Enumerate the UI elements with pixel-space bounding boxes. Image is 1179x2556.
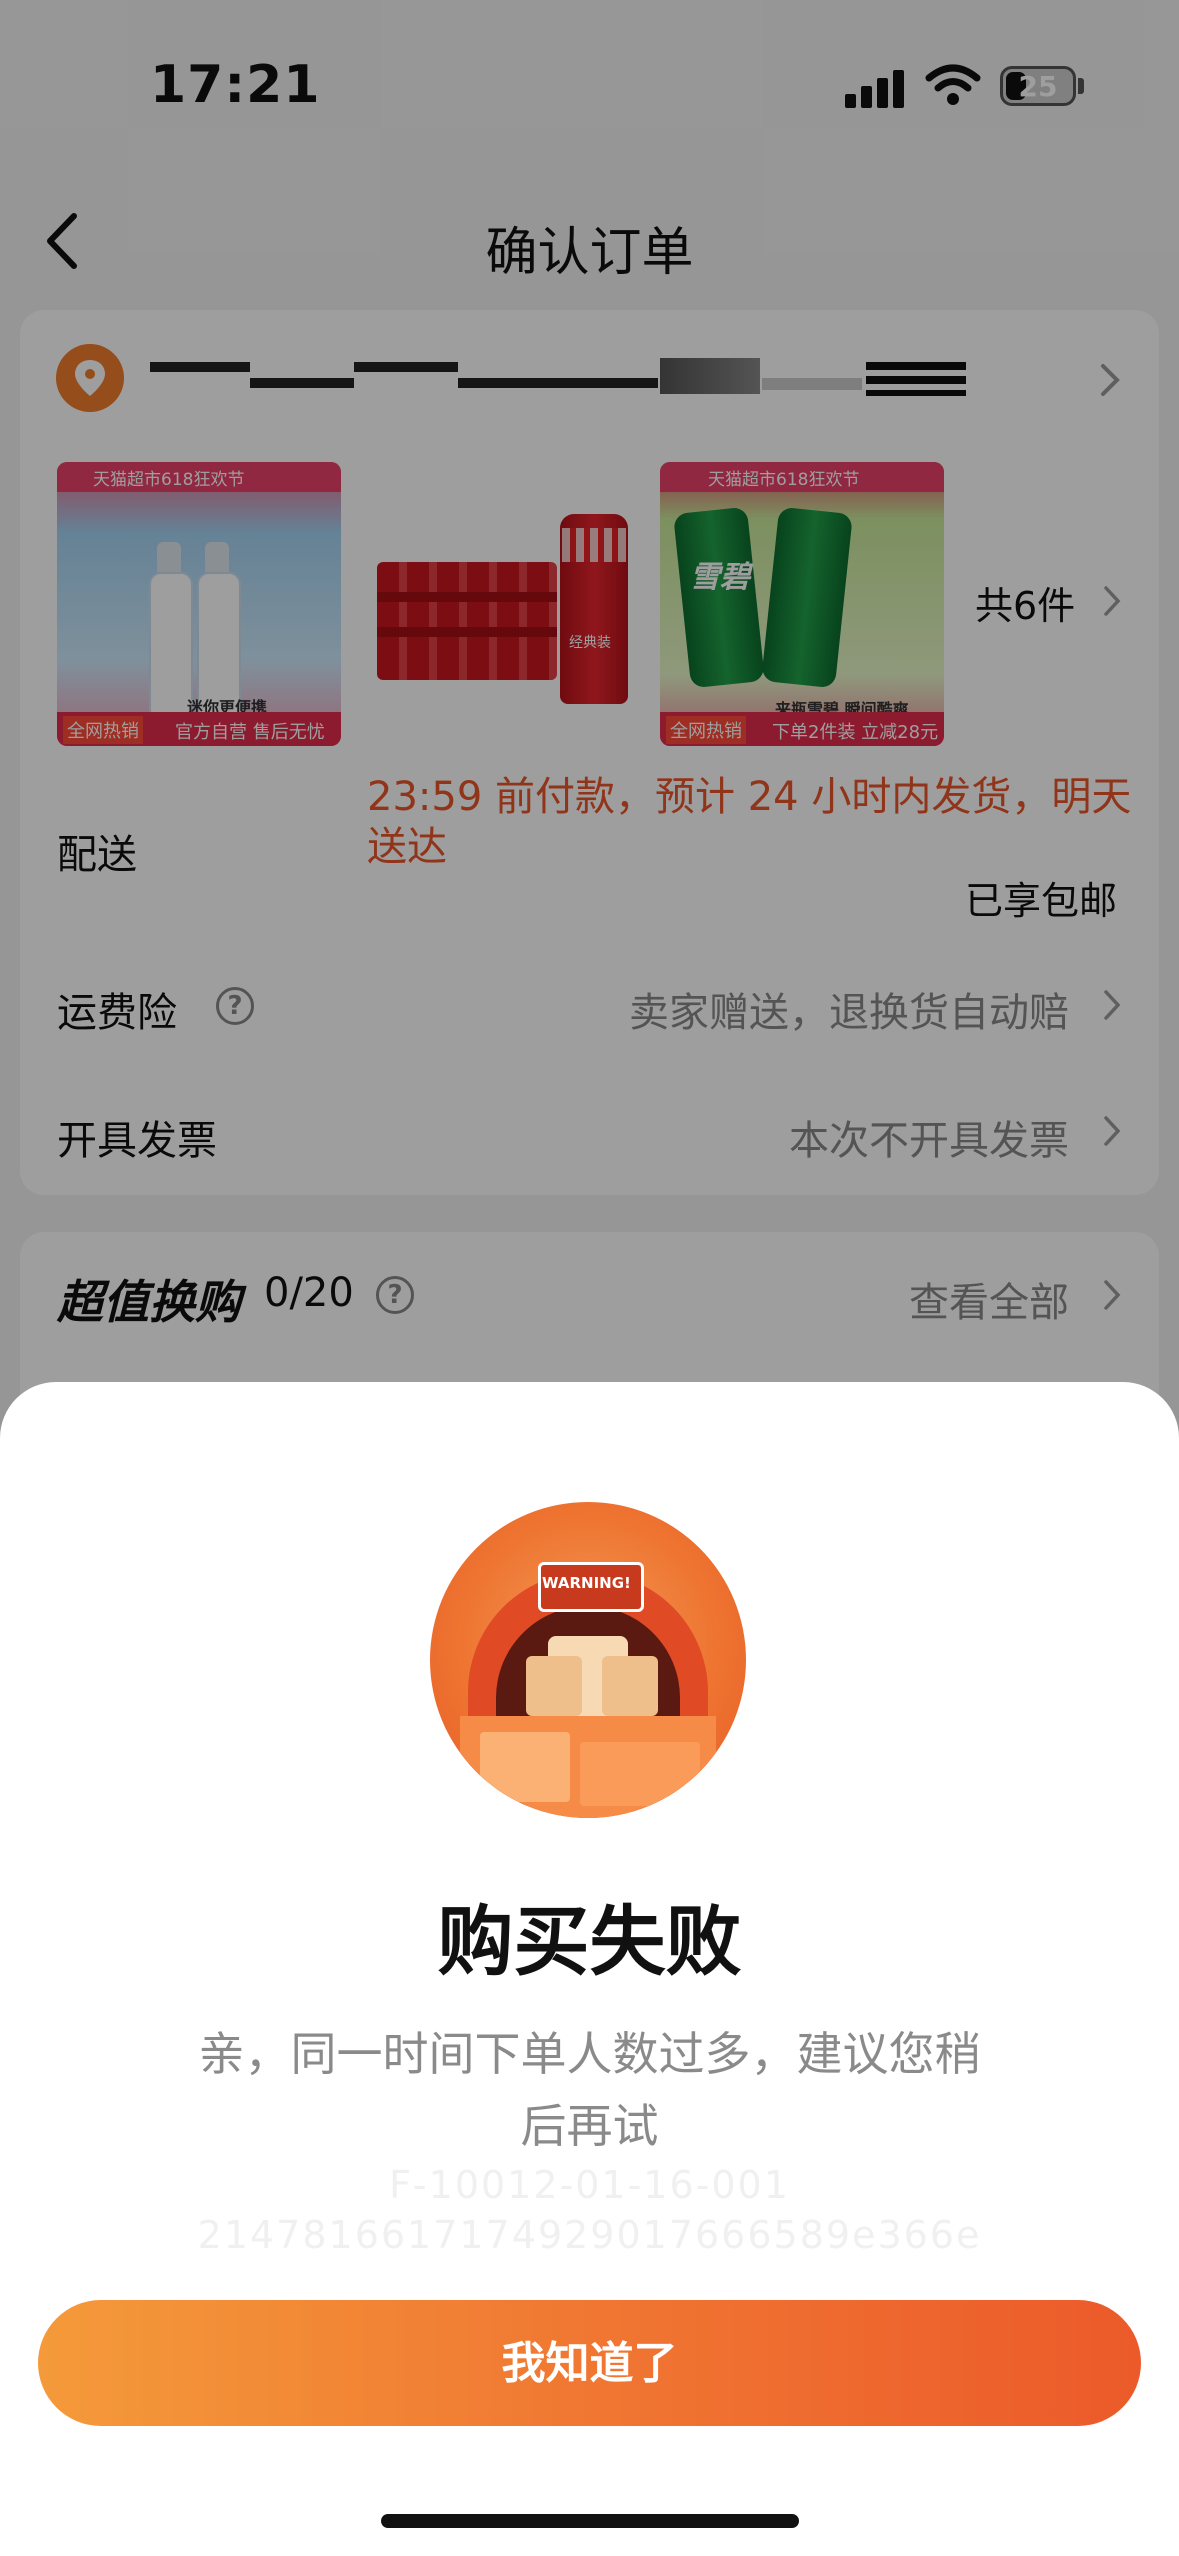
error-code-line1: F-10012-01-16-001 (389, 2163, 790, 2207)
error-code-line2: 2147816617174929017666589e366e (197, 2213, 982, 2257)
warning-sign-text: WARNING! (542, 1574, 631, 1592)
dialog-title: 购买失败 (437, 1897, 742, 1986)
dialog-message: 亲，同一时间下单人数过多，建议您稍后再试 (198, 2027, 981, 2153)
error-code: F-10012-01-16-001 2147816617174929017666… (0, 2160, 1179, 2260)
acknowledge-button[interactable]: 我知道了 (38, 2300, 1141, 2426)
warning-delivery-illustration: WARNING! (430, 1502, 746, 1818)
home-indicator[interactable] (381, 2514, 799, 2528)
